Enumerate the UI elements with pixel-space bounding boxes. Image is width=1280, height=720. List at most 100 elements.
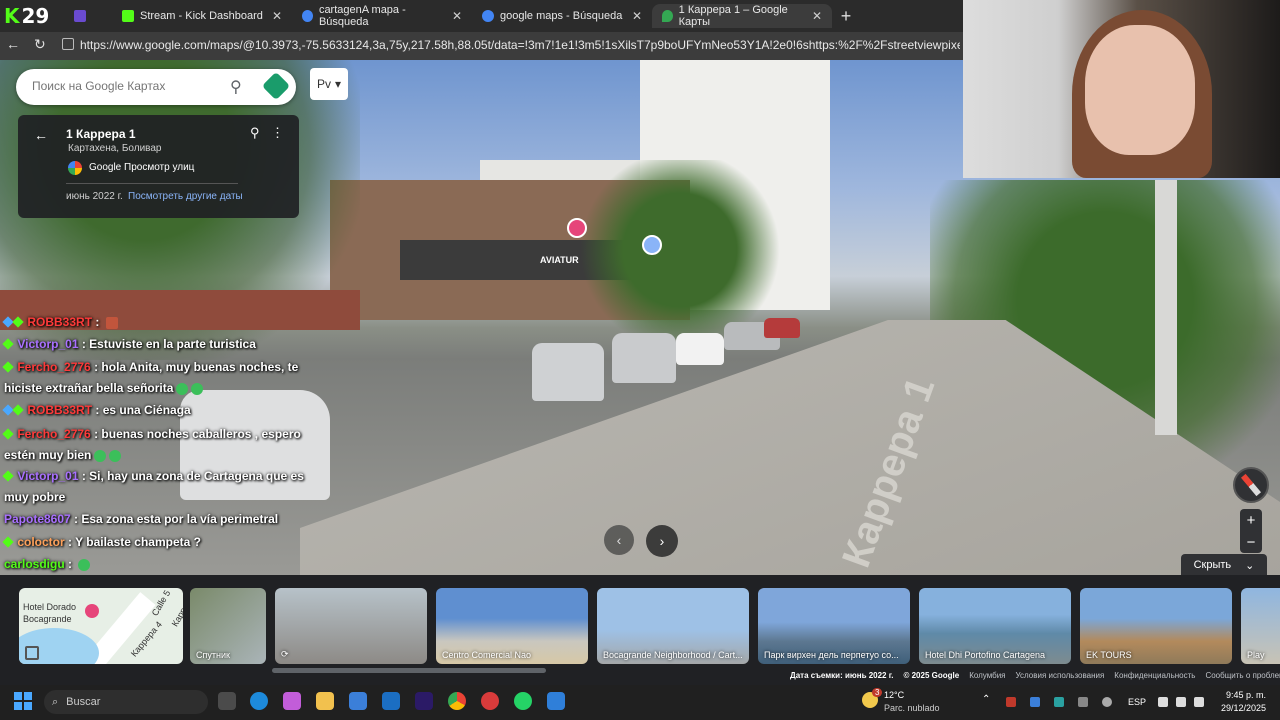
chat-message: coloctor : Y bailaste champeta ? [2,532,309,553]
battery-icon[interactable] [1194,697,1204,707]
reload-button[interactable]: ↻ [34,36,46,53]
thumbnail-caption: Спутник [196,650,230,660]
previous-arrow-icon[interactable]: ‹ [604,525,634,555]
emote-icon [109,449,122,462]
tab-google-maps[interactable]: 1 Каррера 1 – Google Карты ✕ [652,4,832,28]
dropdown-icon: ▾ [334,77,342,91]
tab-kick-dashboard[interactable]: Stream - Kick Dashboard ✕ [112,4,292,28]
close-tab-icon[interactable]: ✕ [812,9,822,23]
tab-cartagena-search[interactable]: cartagenA mapa - Búsqueda ✕ [292,4,472,28]
copyright: © 2025 Google [903,671,960,680]
hide-photos-button[interactable]: Скрыть ⌄ [1181,554,1267,576]
place-marker-icon[interactable] [642,235,662,255]
layer-switch-button[interactable]: Рv ▾ [310,68,348,100]
place-marker-icon[interactable] [567,218,587,238]
close-tab-icon[interactable]: ✕ [272,9,282,23]
chat-username[interactable]: Fercho_2776 [17,427,90,441]
other-dates-link[interactable]: Посмотреть другие даты [128,191,243,202]
url-field[interactable]: https://www.google.com/maps/@10.3973,-75… [80,38,960,52]
chat-username[interactable]: Fercho_2776 [17,360,90,374]
tree [570,160,790,340]
input-language[interactable]: ESP [1128,697,1146,707]
volume-icon[interactable] [1176,697,1186,707]
hide-label: Скрыть [1193,559,1232,571]
chat-text: es una Ciénaga [102,403,191,417]
chrome-icon[interactable] [448,692,466,710]
chat-username[interactable]: Victorp_01 [17,469,78,483]
new-tab-button[interactable]: + [836,6,856,27]
terms-link[interactable]: Условия использования [1016,671,1105,685]
chat-username[interactable]: ROBB33RT [27,315,92,329]
pin-icon[interactable]: ⚲ [250,125,260,141]
whatsapp-icon[interactable] [514,692,532,710]
photo-strip-scrollbar[interactable] [272,668,546,673]
app-icon[interactable] [481,692,499,710]
chat-username[interactable]: Papote8607 [4,512,71,526]
report-link[interactable]: Сообщить о проблеме [1205,671,1280,685]
thumbnail-caption: Bocagrande Neighborhood / Cart... [603,650,743,660]
chat-username[interactable]: carlosdigu [4,557,65,571]
privacy-link[interactable]: Конфиденциальность [1114,671,1195,685]
badge-icon [2,470,14,482]
close-tab-icon[interactable]: ✕ [452,9,462,23]
outlook-icon[interactable] [382,692,400,710]
chevron-up-icon[interactable]: ⌃ [982,694,990,705]
task-view-icon[interactable] [218,692,236,710]
satellite-thumbnail[interactable]: Спутник [190,588,266,664]
tray-app-icon[interactable] [1054,697,1064,707]
tab-google-maps-search[interactable]: google maps - Búsqueda ✕ [472,4,652,28]
wifi-icon[interactable] [1158,697,1168,707]
place-subtitle: Картахена, Боливар [68,143,162,154]
kick-logo[interactable]: K 29 [4,4,52,28]
tray-app-icon[interactable] [1078,697,1088,707]
file-explorer-icon[interactable] [316,692,334,710]
edge-icon[interactable] [250,692,268,710]
chat-message: ROBB33RT : es una Ciénaga [2,400,309,421]
search-input[interactable] [32,79,212,93]
back-arrow-icon[interactable]: ← [34,127,48,143]
directions-icon[interactable] [261,71,291,101]
chat-message: Papote8607 : Esa zona esta por la vía pe… [4,512,279,526]
tab-pinned[interactable] [64,4,108,28]
badge-icon [12,404,24,416]
maps-footer: Дата съемки: июнь 2022 г. © 2025 Google … [790,671,1280,685]
close-tab-icon[interactable]: ✕ [632,9,642,23]
chat-username[interactable]: coloctor [17,535,64,549]
windows-start-icon[interactable] [14,692,32,710]
taskbar-search[interactable]: ⌕ Buscar [44,690,208,714]
photo-thumbnail[interactable]: Centro Comercial Nao [436,588,588,664]
photo-thumbnail[interactable]: Play [1241,588,1280,664]
stream-chat-overlay: ROBB33RT : Victorp_01 : Estuviste en la … [0,312,312,574]
photo-thumbnail[interactable]: Bocagrande Neighborhood / Cart... [597,588,749,664]
photo-strip: Hotel Dorado Bocagrande Каррера 4 Calle … [0,575,1280,685]
help-icon[interactable] [547,692,565,710]
badge-icon [2,338,14,350]
zoom-out-button[interactable]: − [1240,531,1262,553]
microphone-icon[interactable] [1102,697,1112,707]
chat-message: Fercho_2776 : hola Anita, muy buenas noc… [2,360,299,395]
copilot-icon[interactable] [283,692,301,710]
clock-time[interactable]: 9:45 p. m. [1214,690,1266,700]
back-button[interactable]: ← [6,36,20,52]
chat-username[interactable]: ROBB33RT [27,403,92,417]
expand-icon[interactable] [25,646,39,660]
premiere-icon[interactable] [415,692,433,710]
more-options-icon[interactable]: ⋮ [271,125,284,141]
next-arrow-icon[interactable]: › [646,525,678,557]
bluetooth-icon[interactable] [1030,697,1040,707]
search-icon[interactable]: ⚲ [230,77,242,97]
tab-label: Stream - Kick Dashboard [140,10,263,22]
photo-thumbnail[interactable]: ⟳ [275,588,427,664]
tray-app-icon[interactable] [1006,697,1016,707]
clock-date[interactable]: 29/12/2025 [1214,703,1266,713]
chat-username[interactable]: Victorp_01 [17,337,78,351]
photo-thumbnail[interactable]: Hotel Dhi Portofino Cartagena [919,588,1071,664]
zoom-in-button[interactable]: + [1240,509,1262,531]
pinned-tab-icon [74,10,86,22]
country-link[interactable]: Колумбия [969,671,1005,685]
minimap-thumbnail[interactable]: Hotel Dorado Bocagrande Каррера 4 Calle … [19,588,183,664]
store-icon[interactable] [349,692,367,710]
photo-thumbnail[interactable]: Парк вирхен дель перпетуо со... [758,588,910,664]
site-info-icon[interactable] [62,38,74,50]
photo-thumbnail[interactable]: EK TOURS [1080,588,1232,664]
